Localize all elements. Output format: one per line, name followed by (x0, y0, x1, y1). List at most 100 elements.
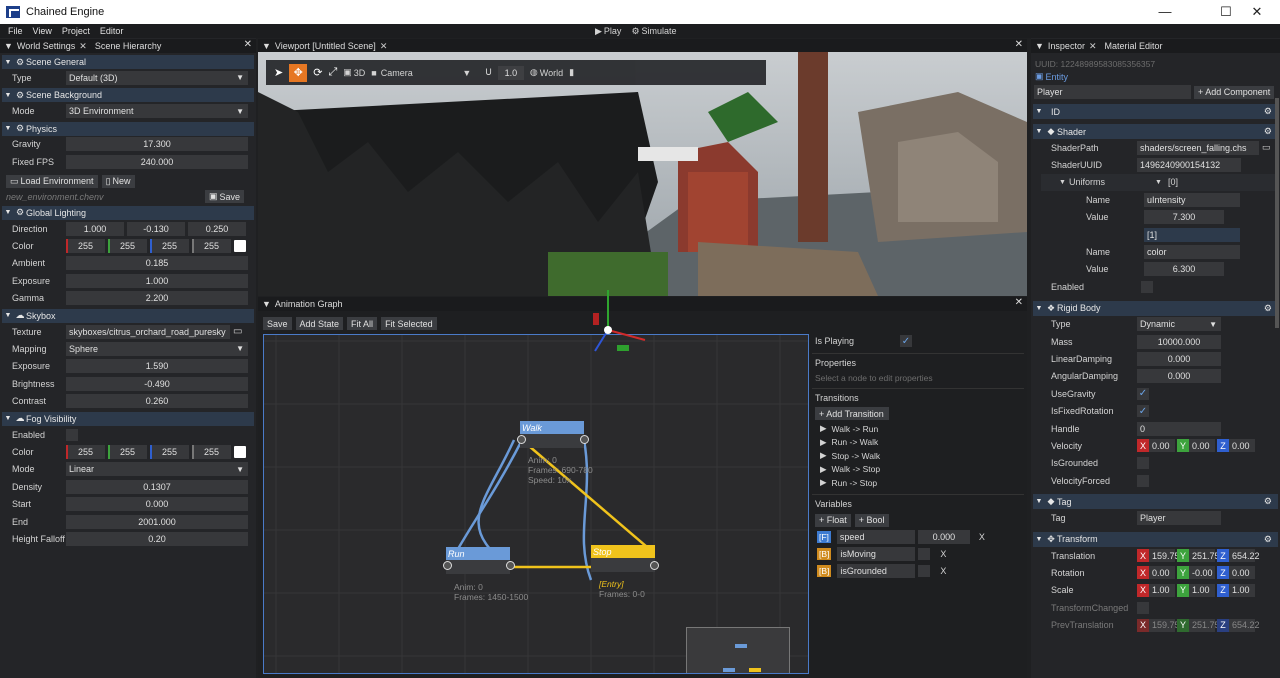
transition-item[interactable]: ▶ Stop -> Walk (812, 449, 1024, 463)
tab-viewport[interactable]: ▼ Viewport [Untitled Scene] ✕ (258, 41, 391, 52)
component-tag[interactable]: ▼ ◆ Tag ⚙ (1033, 494, 1278, 510)
scale-x[interactable]: X 1.00 (1137, 583, 1175, 597)
gear-icon[interactable]: ⚙ (1264, 534, 1272, 545)
section-scene-background[interactable]: ▼ ⚙ Scene Background (2, 88, 254, 103)
velocity-y[interactable]: Y 0.00 (1177, 439, 1215, 453)
direction-y-field[interactable]: -0.130 (127, 221, 185, 236)
rotate-tool-icon[interactable]: ⟳ (313, 66, 322, 79)
handle-field[interactable]: 0 (1137, 421, 1221, 436)
section-scene-general[interactable]: ▼ ⚙ Scene General (2, 55, 254, 69)
transition-item[interactable]: ▶ Run -> Walk (812, 436, 1024, 450)
inspector-scrollbar[interactable] (1275, 98, 1279, 328)
transition-item[interactable]: ▶ Walk -> Stop (812, 463, 1024, 477)
rotation-y[interactable]: Y -0.00 (1177, 566, 1215, 580)
mapping-dropdown[interactable]: Sphere ▼ (66, 341, 248, 356)
view-3d-button[interactable]: ▣ 3D (343, 67, 365, 78)
minimize-button[interactable]: — (1142, 0, 1188, 24)
entity-link[interactable]: ▣ Entity (1031, 69, 1280, 82)
simulate-button[interactable]: ⚙ Simulate (631, 26, 676, 37)
is-playing-checkbox[interactable]: ✓ (900, 335, 912, 347)
fog-enabled-checkbox[interactable] (66, 428, 78, 441)
move-tool-icon[interactable]: ✥ (289, 63, 308, 82)
menu-file[interactable]: File (8, 26, 23, 36)
scale-y[interactable]: Y 1.00 (1177, 583, 1215, 597)
remove-variable-button[interactable]: X (940, 566, 946, 576)
variable-value-field[interactable]: 0.000 (917, 530, 970, 544)
color-b-field[interactable]: 255 (150, 239, 189, 254)
variable-name-field[interactable]: speed (836, 530, 915, 544)
body-type-dropdown[interactable]: Dynamic ▼ (1137, 317, 1221, 332)
start-field[interactable]: 0.000 (66, 497, 248, 512)
color-a-field[interactable]: 255 (192, 239, 231, 254)
shader-path-field[interactable]: shaders/screen_falling.chs (1137, 140, 1259, 155)
exposure-field[interactable]: 1.000 (66, 273, 248, 288)
add-transition-button[interactable]: + Add Transition (815, 407, 889, 420)
is-grounded-checkbox[interactable] (1137, 457, 1149, 470)
translation-x[interactable]: X 159.75 (1137, 549, 1180, 562)
add-bool-button[interactable]: + Bool (854, 513, 889, 527)
end-field[interactable]: 2001.000 (66, 514, 248, 529)
add-state-button[interactable]: Add State (295, 317, 344, 330)
load-environment-button[interactable]: ▭ Load Environment (6, 174, 98, 188)
color-swatch[interactable] (234, 240, 246, 253)
save-environment-button[interactable]: ▣ Save (204, 190, 244, 204)
uniform-1-header[interactable]: [1] (1144, 227, 1240, 242)
play-button[interactable]: ▶ Play (595, 26, 621, 37)
brightness-field[interactable]: -0.490 (66, 376, 248, 391)
rotation-z[interactable]: Z 0.00 (1217, 566, 1255, 580)
fog-color-swatch[interactable] (234, 445, 246, 458)
gamma-field[interactable]: 2.200 (66, 291, 248, 306)
node-pin[interactable] (517, 435, 526, 444)
transition-item[interactable]: ▶ Walk -> Run (812, 422, 1024, 436)
sky-exposure-field[interactable]: 1.590 (66, 359, 248, 374)
fixed-fps-field[interactable]: 240.000 (66, 154, 248, 169)
scale-z[interactable]: Z 1.00 (1217, 583, 1255, 597)
section-skybox[interactable]: ▼ ☁ Skybox (2, 308, 254, 323)
linear-damping-field[interactable]: 0.000 (1137, 351, 1221, 366)
direction-x-field[interactable]: 1.000 (66, 221, 124, 236)
file-icon[interactable]: ▮ (569, 67, 574, 78)
menu-view[interactable]: View (33, 26, 52, 36)
snap-icon[interactable]: Ս (485, 67, 492, 78)
section-physics[interactable]: ▼ ⚙ Physics (2, 121, 254, 136)
rotation-x[interactable]: X 0.00 (1137, 566, 1175, 580)
tab-world-settings[interactable]: ▼ World Settings ✕ (0, 41, 91, 52)
node-pin[interactable] (580, 435, 589, 444)
variable-checkbox[interactable] (918, 565, 931, 577)
tab-material-editor[interactable]: Material Editor (1101, 41, 1167, 51)
fog-color-g-field[interactable]: 255 (108, 444, 147, 459)
scale-tool-icon[interactable]: ⤢ (328, 66, 337, 79)
close-window-button[interactable]: ✕ (1234, 0, 1280, 24)
component-rigid-body[interactable]: ▼ ❖ Rigid Body ⚙ (1033, 300, 1278, 316)
folder-icon[interactable]: ▭ (233, 326, 242, 337)
node-pin[interactable] (650, 561, 659, 570)
tab-scene-hierarchy[interactable]: Scene Hierarchy (91, 41, 166, 51)
velocity-x[interactable]: X 0.00 (1137, 439, 1175, 453)
height-falloff-field[interactable]: 0.20 (66, 531, 248, 546)
shader-enabled-checkbox[interactable] (1141, 280, 1153, 293)
scene-viewport[interactable]: ➤ ✥ ⟳ ⤢ ▣ 3D ■ Camera ▼ Ս 1.0 ◍ World ▮ (258, 52, 1027, 296)
select-tool-icon[interactable]: ➤ (274, 66, 283, 79)
gravity-field[interactable]: 17.300 (66, 137, 248, 152)
color-r-field[interactable]: 255 (66, 239, 105, 254)
close-panel-icon[interactable]: ✕ (1015, 39, 1023, 50)
uniform-1-value-field[interactable]: 6.300 (1144, 262, 1224, 277)
gear-icon[interactable]: ⚙ (1264, 126, 1272, 137)
fit-all-button[interactable]: Fit All (347, 317, 378, 330)
ambient-field[interactable]: 0.185 (66, 256, 248, 271)
skybox-texture-field[interactable]: skyboxes/citrus_orchard_road_puresky (66, 324, 230, 339)
menu-project[interactable]: Project (62, 26, 90, 36)
tag-field[interactable]: Player (1137, 511, 1221, 526)
fog-color-r-field[interactable]: 255 (66, 444, 105, 459)
prev-translation-z[interactable]: Z 654.22 (1217, 618, 1260, 632)
use-gravity-checkbox[interactable]: ✓ (1137, 387, 1149, 400)
graph-minimap[interactable] (686, 627, 790, 673)
snap-value-field[interactable]: 1.0 (497, 65, 524, 80)
prev-translation-x[interactable]: X 159.75 (1137, 618, 1180, 632)
menu-editor[interactable]: Editor (100, 26, 124, 36)
state-node-run[interactable]: Run (446, 547, 510, 574)
fog-color-a-field[interactable]: 255 (192, 444, 231, 459)
close-panel-icon[interactable]: ✕ (244, 39, 252, 50)
direction-z-field[interactable]: 0.250 (188, 221, 246, 236)
graph-save-button[interactable]: Save (263, 317, 292, 330)
